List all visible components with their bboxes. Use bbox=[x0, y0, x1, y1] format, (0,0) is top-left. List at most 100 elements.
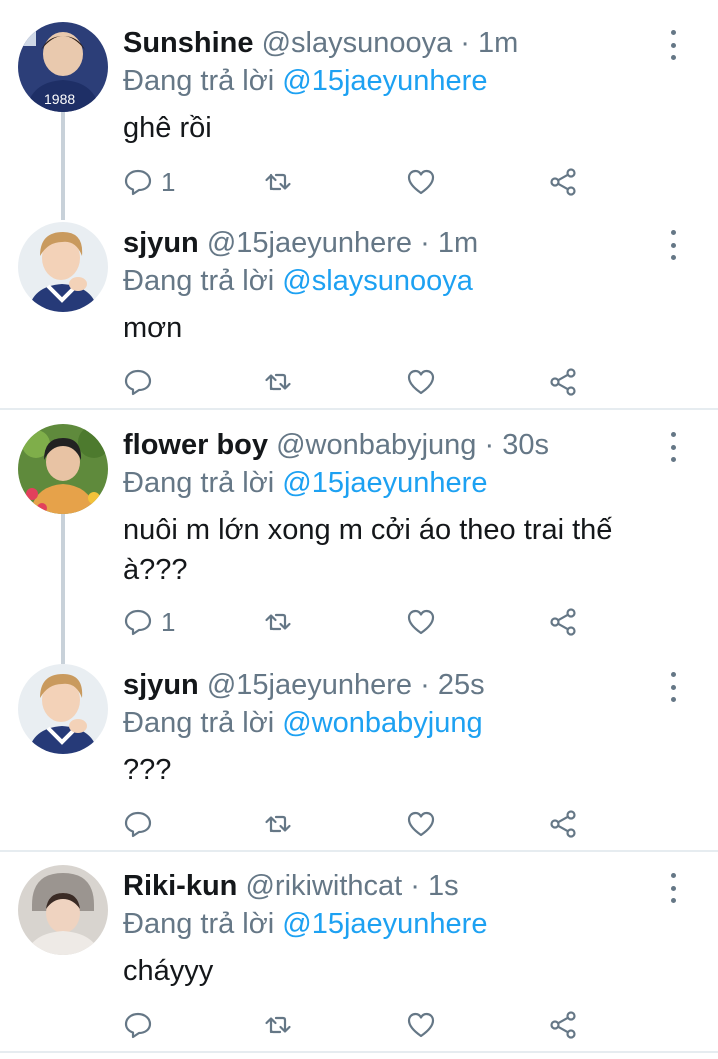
replying-to: Đang trả lời @slaysunooya bbox=[123, 262, 473, 300]
reply-thread-screen: { "reply_prefix": "Đang trả lời", "tweet… bbox=[0, 0, 718, 1059]
tweet-header: sjyun @15jaeyunhere · 25s bbox=[123, 666, 658, 704]
tweet[interactable]: flower boy @wonbabyjung · 30s Đang trả l… bbox=[0, 402, 718, 664]
display-name[interactable]: flower boy bbox=[123, 429, 268, 461]
more-options-icon[interactable] bbox=[661, 873, 685, 903]
reply-button[interactable] bbox=[123, 1005, 161, 1045]
display-name[interactable]: sjyun bbox=[123, 669, 199, 701]
replying-to: Đang trả lời @15jaeyunhere bbox=[123, 905, 487, 943]
share-button[interactable] bbox=[548, 362, 578, 402]
action-bar: 1 bbox=[0, 602, 718, 642]
display-name[interactable]: Riki-kun bbox=[123, 870, 237, 902]
replying-to: Đang trả lời @wonbabyjung bbox=[123, 704, 483, 742]
reply-button[interactable]: 1 bbox=[123, 602, 175, 642]
share-icon bbox=[550, 810, 576, 838]
tweet[interactable]: sjyun @15jaeyunhere · 1m Đang trả lời @s… bbox=[0, 200, 718, 408]
replying-to-label: Đang trả lời bbox=[123, 65, 275, 97]
share-icon bbox=[550, 608, 576, 636]
like-button[interactable] bbox=[406, 602, 436, 642]
separator-dot: · bbox=[410, 870, 420, 902]
share-button[interactable] bbox=[548, 1005, 578, 1045]
reply-button[interactable] bbox=[123, 362, 161, 402]
reply-button[interactable]: 1 bbox=[123, 162, 175, 202]
more-options-icon[interactable] bbox=[661, 672, 685, 702]
share-icon bbox=[550, 368, 576, 396]
timestamp[interactable]: 1s bbox=[428, 870, 459, 902]
replying-to-label: Đang trả lời bbox=[123, 908, 275, 940]
replying-to-label: Đang trả lời bbox=[123, 467, 275, 499]
retweet-button[interactable] bbox=[263, 804, 293, 844]
like-button[interactable] bbox=[406, 1005, 436, 1045]
mention-link[interactable]: @slaysunooya bbox=[282, 265, 473, 297]
avatar-sjyun[interactable] bbox=[18, 222, 108, 312]
tweet[interactable]: 1988 Sunshine @slaysunooya · 1m Đang trả… bbox=[0, 0, 718, 220]
tweet-header: Sunshine @slaysunooya · 1m bbox=[123, 24, 658, 62]
retweet-icon bbox=[265, 815, 291, 833]
retweet-icon bbox=[265, 613, 291, 631]
replying-to: Đang trả lời @15jaeyunhere bbox=[123, 62, 487, 100]
more-options-icon[interactable] bbox=[661, 432, 685, 462]
replying-to-label: Đang trả lời bbox=[123, 707, 275, 739]
tweet-text: ??? bbox=[123, 754, 172, 786]
reply-icon bbox=[124, 811, 152, 838]
reply-icon bbox=[124, 369, 152, 396]
avatar-sjyun[interactable] bbox=[18, 664, 108, 754]
retweet-icon bbox=[265, 173, 291, 191]
reply-icon bbox=[124, 1012, 152, 1039]
timestamp[interactable]: 30s bbox=[502, 429, 549, 461]
like-button[interactable] bbox=[406, 804, 436, 844]
replying-to-label: Đang trả lời bbox=[123, 265, 275, 297]
share-icon bbox=[550, 168, 576, 196]
tweet-header: Riki-kun @rikiwithcat · 1s bbox=[123, 867, 658, 905]
like-button[interactable] bbox=[406, 362, 436, 402]
action-bar bbox=[0, 1005, 718, 1045]
tweet[interactable]: Riki-kun @rikiwithcat · 1s Đang trả lời … bbox=[0, 843, 718, 1051]
retweet-button[interactable] bbox=[263, 362, 293, 402]
action-bar bbox=[0, 804, 718, 844]
avatar-riki[interactable] bbox=[18, 865, 108, 955]
avatar-sunshine[interactable]: 1988 bbox=[18, 22, 108, 112]
mention-link[interactable]: @wonbabyjung bbox=[282, 707, 482, 739]
avatar-flower-boy[interactable] bbox=[18, 424, 108, 514]
share-button[interactable] bbox=[548, 804, 578, 844]
heart-icon bbox=[407, 169, 435, 195]
share-button[interactable] bbox=[548, 602, 578, 642]
display-name[interactable]: sjyun bbox=[123, 227, 199, 259]
tweet-header: sjyun @15jaeyunhere · 1m bbox=[123, 224, 658, 262]
more-options-icon[interactable] bbox=[661, 230, 685, 260]
username[interactable]: @15jaeyunhere bbox=[207, 669, 412, 701]
retweet-icon bbox=[265, 1016, 291, 1034]
username[interactable]: @15jaeyunhere bbox=[207, 227, 412, 259]
reply-button[interactable] bbox=[123, 804, 161, 844]
share-icon bbox=[550, 1011, 576, 1039]
divider bbox=[0, 1051, 718, 1053]
action-bar: 1 bbox=[0, 162, 718, 202]
action-bar bbox=[0, 362, 718, 402]
timestamp[interactable]: 1m bbox=[478, 27, 518, 59]
username[interactable]: @wonbabyjung bbox=[276, 429, 476, 461]
more-options-icon[interactable] bbox=[661, 30, 685, 60]
tweet-text: cháyyy bbox=[123, 955, 214, 987]
reply-icon bbox=[124, 169, 152, 196]
replying-to: Đang trả lời @15jaeyunhere bbox=[123, 464, 487, 502]
timestamp[interactable]: 25s bbox=[438, 669, 485, 701]
mention-link[interactable]: @15jaeyunhere bbox=[282, 908, 487, 940]
mention-link[interactable]: @15jaeyunhere bbox=[282, 467, 487, 499]
like-button[interactable] bbox=[406, 162, 436, 202]
reply-count: 1 bbox=[161, 606, 176, 637]
tweet[interactable]: sjyun @15jaeyunhere · 25s Đang trả lời @… bbox=[0, 642, 718, 850]
tweet-header: flower boy @wonbabyjung · 30s bbox=[123, 426, 658, 464]
retweet-button[interactable] bbox=[263, 602, 293, 642]
heart-icon bbox=[407, 609, 435, 635]
separator-dot: · bbox=[420, 669, 430, 701]
timestamp[interactable]: 1m bbox=[438, 227, 478, 259]
heart-icon bbox=[407, 369, 435, 395]
reply-count: 1 bbox=[161, 166, 176, 197]
share-button[interactable] bbox=[548, 162, 578, 202]
retweet-button[interactable] bbox=[263, 1005, 293, 1045]
username[interactable]: @rikiwithcat bbox=[245, 870, 402, 902]
username[interactable]: @slaysunooya bbox=[262, 27, 453, 59]
mention-link[interactable]: @15jaeyunhere bbox=[282, 65, 487, 97]
tweet-text: nuôi m lớn xong m cởi áo theo trai thế à… bbox=[123, 514, 613, 586]
display-name[interactable]: Sunshine bbox=[123, 27, 254, 59]
retweet-button[interactable] bbox=[263, 162, 293, 202]
